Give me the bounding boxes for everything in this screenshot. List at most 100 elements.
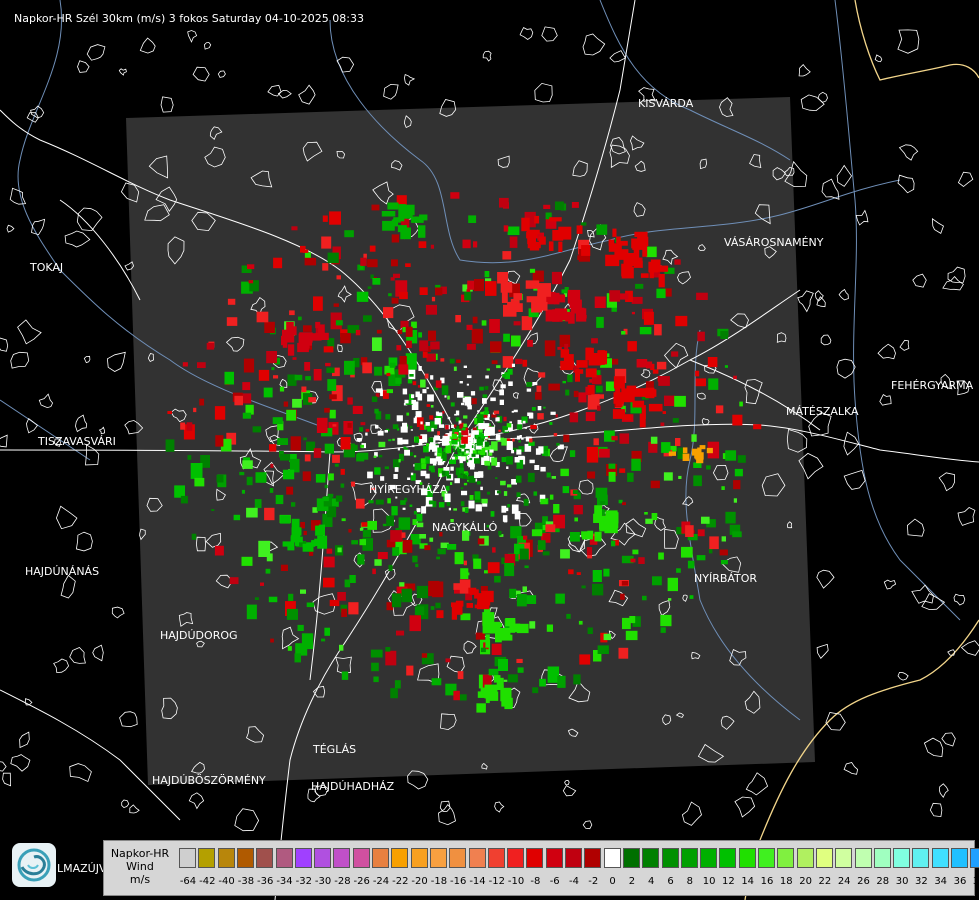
wind-echo	[414, 606, 425, 616]
legend-swatch	[487, 848, 505, 868]
wind-echo	[442, 435, 450, 444]
wind-echo	[650, 436, 658, 444]
wind-echo	[733, 480, 741, 490]
wind-echo	[324, 443, 334, 454]
wind-echo	[668, 451, 676, 456]
wind-echo	[516, 594, 527, 607]
legend-label: -2	[588, 876, 599, 887]
wind-echo	[324, 407, 330, 413]
legend-swatch	[854, 848, 872, 868]
wind-echo	[539, 678, 546, 687]
wind-echo	[323, 556, 335, 568]
legend-label: -38	[237, 876, 255, 887]
wind-echo	[495, 477, 498, 479]
wind-echo	[725, 450, 737, 461]
wind-legend: Napkor-HR Wind m/s -64 -42 -40 -38 -36 -34 -32…	[103, 840, 979, 896]
wind-echo	[454, 478, 460, 484]
wind-echo	[194, 477, 205, 487]
wind-echo	[556, 442, 560, 446]
wind-echo	[681, 546, 693, 558]
wind-echo	[229, 577, 239, 585]
wind-echo	[594, 531, 602, 542]
wind-echo	[481, 590, 494, 603]
legend-label: -6	[549, 876, 560, 887]
wind-echo	[721, 560, 728, 565]
wind-echo	[571, 202, 579, 208]
wind-echo	[495, 434, 501, 441]
wind-echo	[241, 556, 253, 566]
wind-echo	[529, 459, 535, 464]
wind-echo	[491, 441, 498, 451]
legend-label: 34	[934, 876, 948, 887]
wind-echo	[527, 412, 533, 416]
wind-echo	[242, 460, 253, 469]
wind-echo	[367, 520, 377, 530]
legend-swatch	[275, 848, 293, 868]
wind-echo	[367, 286, 372, 289]
legend-swatch	[410, 848, 428, 868]
wind-echo	[501, 281, 508, 286]
wind-echo	[629, 616, 636, 624]
wind-echo	[592, 359, 605, 365]
wind-echo	[186, 422, 193, 431]
wind-echo	[405, 263, 411, 267]
wind-echo	[256, 311, 269, 323]
wind-echo	[273, 375, 279, 379]
wind-echo	[696, 555, 706, 561]
wind-echo	[482, 503, 488, 507]
wind-echo	[471, 398, 477, 405]
wind-echo	[460, 501, 465, 507]
wind-echo	[573, 674, 581, 685]
wind-echo	[739, 401, 743, 407]
wind-echo	[586, 547, 593, 555]
wind-echo	[423, 445, 429, 453]
wind-echo	[329, 409, 336, 419]
wind-echo	[514, 511, 521, 520]
wind-echo	[434, 418, 441, 425]
wind-echo	[619, 293, 629, 300]
wind-echo	[645, 387, 655, 399]
wind-echo	[287, 344, 295, 356]
wind-echo	[643, 311, 654, 325]
wind-echo	[518, 440, 521, 443]
wind-echo	[579, 654, 591, 665]
wind-echo	[246, 507, 258, 518]
wind-echo	[575, 369, 584, 374]
wind-echo	[304, 257, 317, 266]
radar-map[interactable]	[0, 0, 979, 900]
wind-echo	[581, 585, 586, 589]
wind-echo	[498, 530, 502, 536]
legend-swatch	[352, 848, 370, 868]
wind-echo	[349, 575, 356, 583]
wind-echo	[701, 516, 710, 524]
wind-echo	[532, 687, 539, 694]
wind-echo	[511, 335, 521, 347]
wind-echo	[326, 367, 335, 373]
wind-echo	[492, 547, 496, 553]
wind-echo	[633, 260, 643, 268]
wind-echo	[524, 565, 529, 569]
wind-echo	[391, 506, 398, 516]
wind-echo	[524, 427, 527, 429]
wind-echo	[461, 445, 465, 449]
wind-echo	[555, 308, 568, 321]
wind-echo	[347, 423, 352, 428]
wind-echo	[411, 399, 416, 404]
wind-echo	[521, 316, 533, 331]
wind-echo	[619, 240, 628, 246]
wind-echo	[697, 529, 705, 537]
wind-echo	[425, 422, 430, 426]
legend-label: 26	[857, 876, 870, 887]
wind-echo	[260, 582, 264, 586]
legend-label: 8	[686, 876, 693, 887]
wind-echo	[428, 437, 434, 443]
wind-echo	[668, 598, 672, 601]
wind-echo	[503, 679, 508, 682]
wind-echo	[650, 480, 660, 489]
wind-echo	[410, 429, 413, 431]
wind-echo	[264, 507, 275, 521]
legend-swatch	[217, 848, 235, 868]
wind-echo	[508, 381, 513, 386]
wind-echo	[313, 369, 322, 381]
legend-swatch	[526, 848, 544, 868]
